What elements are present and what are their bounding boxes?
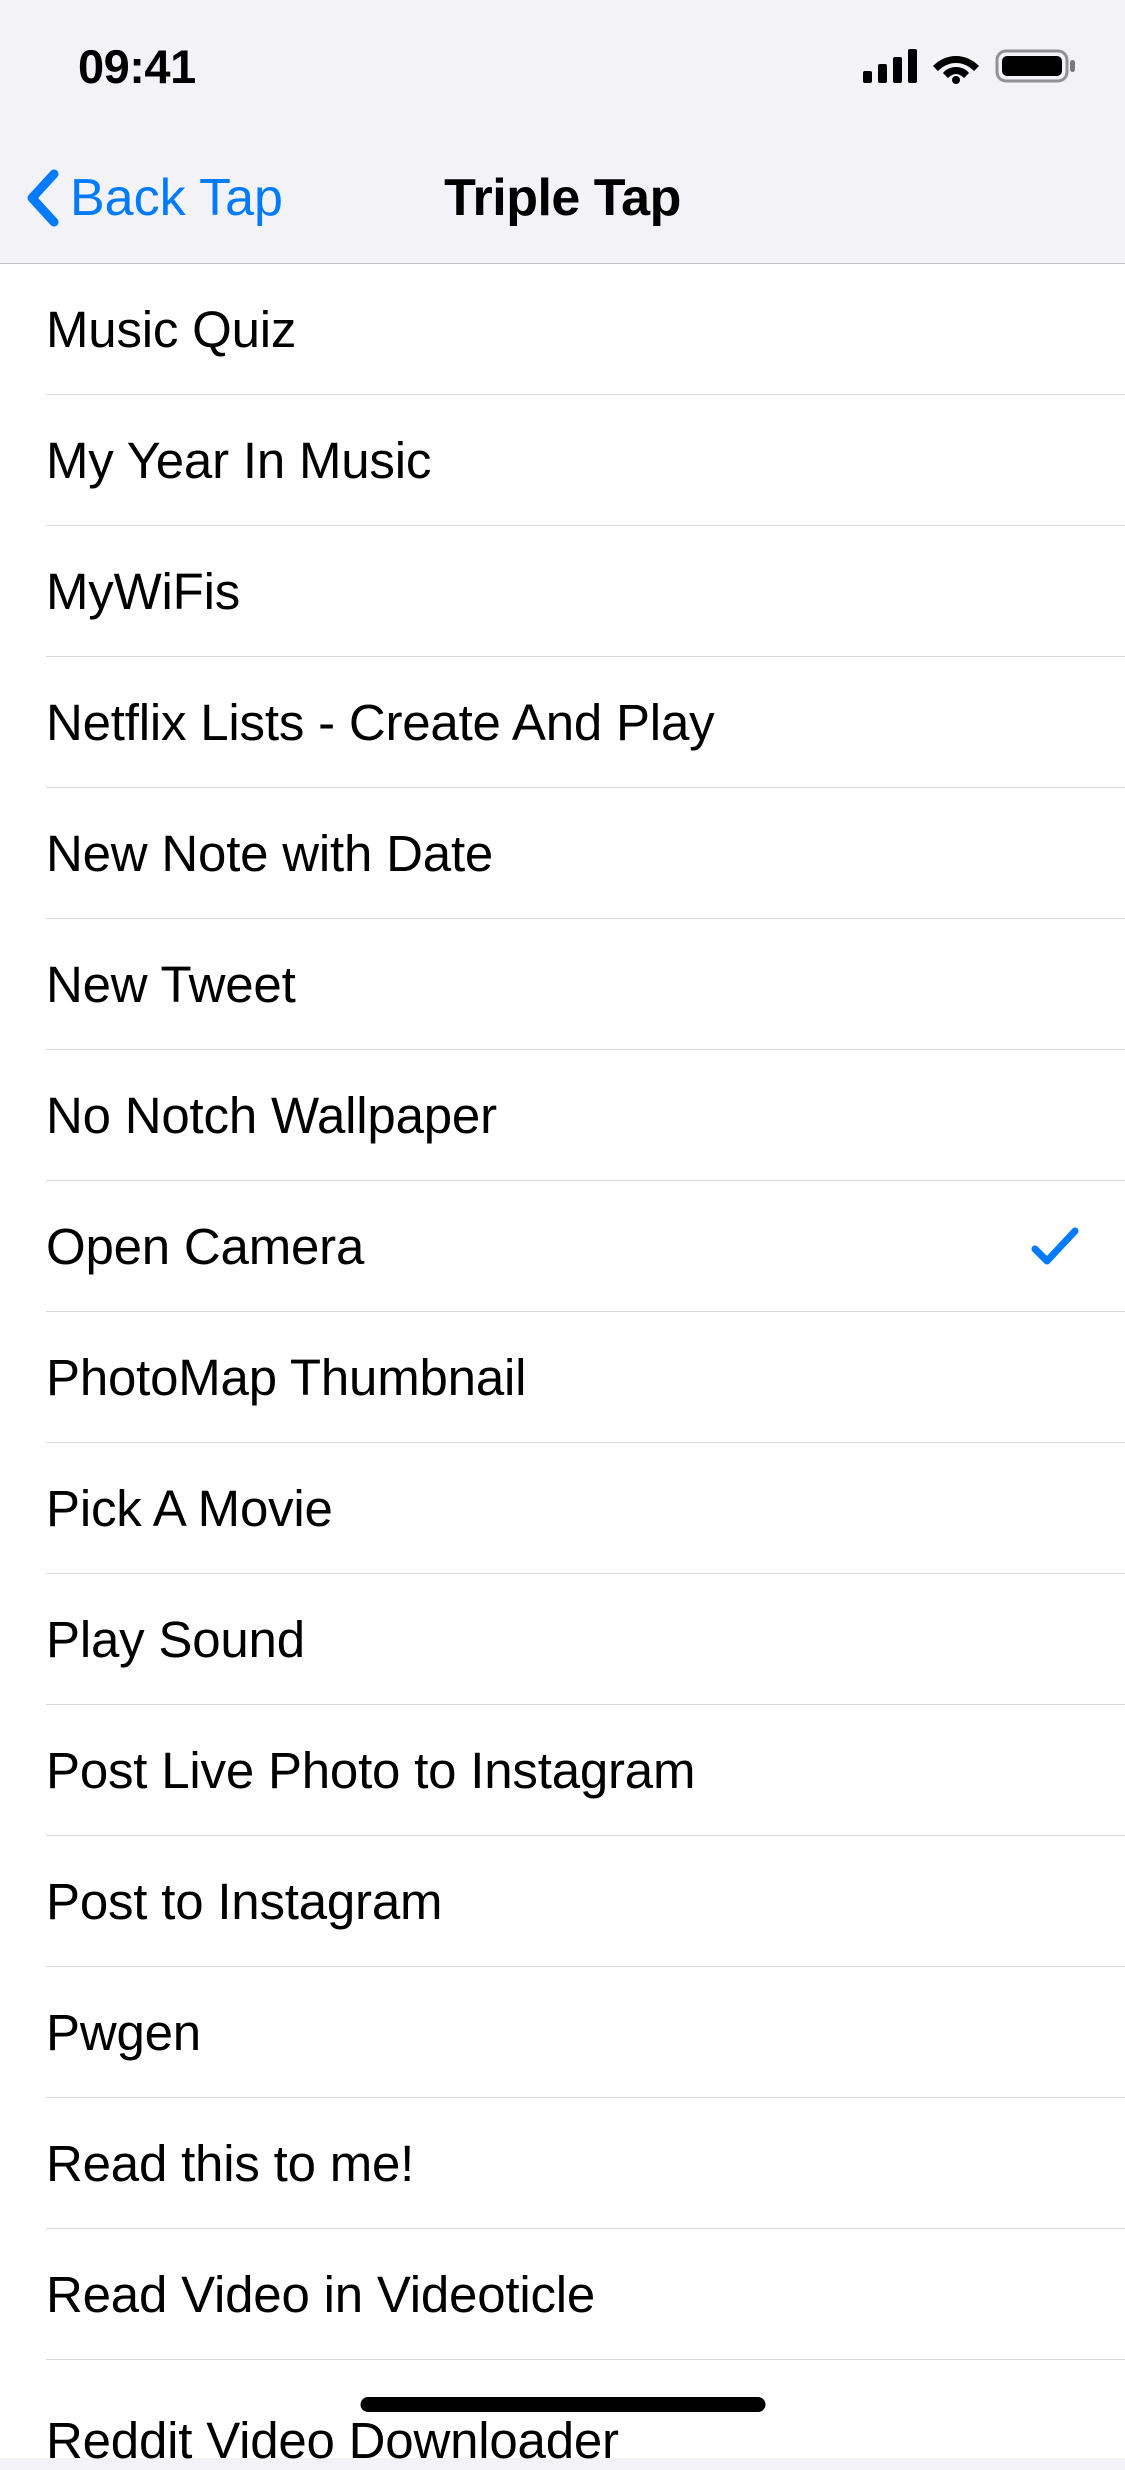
- list-item-label: MyWiFis: [46, 562, 240, 621]
- list-item[interactable]: Read this to me!: [0, 2098, 1125, 2229]
- list-item-label: New Tweet: [46, 955, 296, 1014]
- cellular-signal-icon: [863, 49, 917, 83]
- list-item[interactable]: Play Sound: [0, 1574, 1125, 1705]
- list-item[interactable]: Music Quiz: [0, 264, 1125, 395]
- list-item-label: PhotoMap Thumbnail: [46, 1348, 526, 1407]
- list-item[interactable]: Post Live Photo to Instagram: [0, 1705, 1125, 1836]
- list-item-label: My Year In Music: [46, 431, 431, 490]
- list-item-label: Post Live Photo to Instagram: [46, 1741, 695, 1800]
- list-item-label: Read this to me!: [46, 2134, 414, 2193]
- list-item[interactable]: Netflix Lists - Create And Play: [0, 657, 1125, 788]
- wifi-icon: [931, 48, 981, 84]
- navigation-bar: Back Tap Triple Tap: [0, 132, 1125, 264]
- list-item-label: No Notch Wallpaper: [46, 1086, 497, 1145]
- list-item-label: Post to Instagram: [46, 1872, 442, 1931]
- list-item[interactable]: Pwgen: [0, 1967, 1125, 2098]
- list-item-label: Music Quiz: [46, 300, 296, 359]
- list-item-label: Reddit Video Downloader: [46, 2411, 619, 2470]
- status-time: 09:41: [78, 39, 196, 94]
- back-button[interactable]: Back Tap: [24, 168, 283, 228]
- list-item-label: Open Camera: [46, 1217, 364, 1276]
- checkmark-icon: [1031, 1225, 1079, 1269]
- list-item-label: New Note with Date: [46, 824, 493, 883]
- list-item[interactable]: Open Camera: [0, 1181, 1125, 1312]
- list-item-label: Pick A Movie: [46, 1479, 333, 1538]
- list-item[interactable]: MyWiFis: [0, 526, 1125, 657]
- list-item[interactable]: Read Video in Videoticle: [0, 2229, 1125, 2360]
- list-item[interactable]: No Notch Wallpaper: [0, 1050, 1125, 1181]
- list-item[interactable]: Pick A Movie: [0, 1443, 1125, 1574]
- options-list[interactable]: Music Quiz My Year In Music MyWiFis Netflix…: [0, 264, 1125, 2458]
- list-item-label: Pwgen: [46, 2003, 201, 2062]
- status-bar: 09:41: [0, 0, 1125, 132]
- list-item-label: Netflix Lists - Create And Play: [46, 693, 714, 752]
- list-item-label: Play Sound: [46, 1610, 305, 1669]
- list-item[interactable]: New Note with Date: [0, 788, 1125, 919]
- battery-icon: [995, 47, 1077, 85]
- list-item-label: Read Video in Videoticle: [46, 2265, 595, 2324]
- list-item[interactable]: PhotoMap Thumbnail: [0, 1312, 1125, 1443]
- list-item[interactable]: My Year In Music: [0, 395, 1125, 526]
- back-label: Back Tap: [70, 168, 283, 228]
- status-icons-group: [863, 47, 1077, 85]
- list-item[interactable]: Post to Instagram: [0, 1836, 1125, 1967]
- home-indicator[interactable]: [360, 2397, 765, 2412]
- chevron-left-icon: [24, 168, 60, 228]
- list-item[interactable]: New Tweet: [0, 919, 1125, 1050]
